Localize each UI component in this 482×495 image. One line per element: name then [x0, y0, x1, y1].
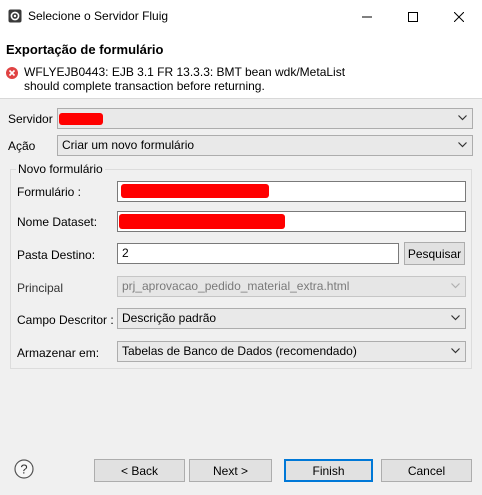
servidor-select[interactable] [57, 108, 473, 129]
maximize-button[interactable] [390, 0, 436, 33]
redaction-mark [59, 113, 103, 125]
principal-label: Principal [17, 281, 64, 295]
redaction-mark [121, 184, 269, 198]
pesquisar-button[interactable]: Pesquisar [404, 242, 465, 265]
help-icon[interactable]: ? [14, 459, 34, 479]
redaction-mark [119, 214, 285, 229]
cancel-button[interactable]: Cancel [381, 459, 472, 482]
acao-select[interactable]: Criar um novo formulário [57, 135, 473, 156]
campo-descritor-value: Descrição padrão [122, 311, 217, 325]
chevron-down-icon [451, 283, 460, 289]
servidor-label: Servidor [8, 112, 53, 126]
chevron-down-icon [458, 115, 467, 121]
back-button[interactable]: < Back [94, 459, 185, 482]
window-title: Selecione o Servidor Fluig [28, 9, 169, 23]
next-button[interactable]: Next > [189, 459, 272, 482]
nome-dataset-input[interactable] [117, 211, 466, 232]
principal-select[interactable]: prj_aprovacao_pedido_material_extra.html [117, 276, 466, 297]
formulario-input[interactable] [117, 181, 466, 202]
minimize-icon [362, 16, 372, 17]
chevron-down-icon [451, 348, 460, 354]
svg-text:?: ? [20, 462, 27, 477]
principal-value: prj_aprovacao_pedido_material_extra.html [122, 279, 350, 293]
pasta-destino-label: Pasta Destino: [17, 248, 96, 262]
app-icon [8, 9, 22, 23]
close-button[interactable] [436, 0, 482, 33]
acao-value: Criar um novo formulário [62, 138, 195, 152]
armazenar-em-value: Tabelas de Banco de Dados (recomendado) [122, 344, 357, 358]
chevron-down-icon [451, 315, 460, 321]
error-icon [6, 67, 18, 79]
campo-descritor-select[interactable]: Descrição padrão [117, 308, 466, 329]
page-title: Exportação de formulário [6, 42, 164, 57]
chevron-down-icon [458, 142, 467, 148]
minimize-button[interactable] [344, 0, 390, 33]
pasta-destino-input[interactable]: 2 [117, 243, 399, 264]
campo-descritor-label: Campo Descritor : [17, 313, 114, 327]
acao-label: Ação [8, 139, 36, 153]
finish-button[interactable]: Finish [284, 459, 373, 482]
armazenar-em-select[interactable]: Tabelas de Banco de Dados (recomendado) [117, 341, 466, 362]
error-message: WFLYEJB0443: EJB 3.1 FR 13.3.3: BMT bean… [24, 65, 346, 93]
group-title: Novo formulário [16, 162, 105, 176]
maximize-icon [408, 11, 418, 22]
close-icon [454, 11, 464, 22]
armazenar-em-label: Armazenar em: [17, 346, 100, 360]
formulario-label: Formulário : [17, 185, 82, 199]
nome-dataset-label: Nome Dataset: [17, 215, 98, 229]
